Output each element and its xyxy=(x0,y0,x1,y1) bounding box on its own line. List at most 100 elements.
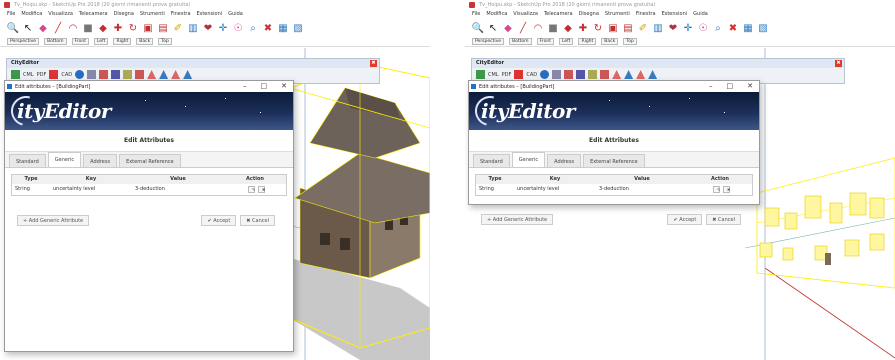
shape-icon[interactable]: ■ xyxy=(547,23,559,35)
roof-icon[interactable] xyxy=(183,70,193,79)
menu-strumenti[interactable]: Strumenti xyxy=(605,11,630,20)
zoom-icon[interactable]: ☉ xyxy=(697,23,709,35)
tab-external-reference[interactable]: External Reference xyxy=(583,154,645,167)
menu-visualizza[interactable]: Visualizza xyxy=(513,11,538,20)
tool-icon[interactable] xyxy=(588,70,598,79)
scale-icon[interactable]: ▣ xyxy=(607,23,619,35)
tool-icon[interactable] xyxy=(111,70,121,79)
scene-bottom[interactable]: Bottom xyxy=(509,38,532,45)
close-icon[interactable]: ✕ xyxy=(747,82,753,90)
menu-strumenti[interactable]: Strumenti xyxy=(140,11,165,20)
accept-button[interactable]: ✔ Accept xyxy=(201,215,237,226)
move-icon[interactable]: ✚ xyxy=(577,23,589,35)
scene-top[interactable]: Top xyxy=(158,38,172,45)
tool-icon[interactable] xyxy=(600,70,610,79)
delete-icon[interactable]: ✖ xyxy=(723,186,730,193)
roof-icon[interactable] xyxy=(636,70,646,79)
cad-label[interactable]: CAD xyxy=(61,72,72,78)
globe-icon[interactable] xyxy=(540,70,550,79)
scene-front[interactable]: Front xyxy=(536,38,554,45)
tab-generic[interactable]: Generic xyxy=(47,152,82,167)
rotate-icon[interactable]: ↻ xyxy=(592,23,604,35)
cell-key[interactable]: uncertainty level xyxy=(514,184,596,195)
edit-icon[interactable]: ✎ xyxy=(713,186,720,193)
select-arrow-icon[interactable]: ↖ xyxy=(22,23,34,35)
minimize-icon[interactable]: – xyxy=(243,82,247,90)
tab-address[interactable]: Address xyxy=(547,154,582,167)
maximize-icon[interactable]: □ xyxy=(727,82,734,90)
scene-right[interactable]: Right xyxy=(578,38,597,45)
menu-visualizza[interactable]: Visualizza xyxy=(48,11,73,20)
tape-measure-icon[interactable]: ✐ xyxy=(637,23,649,35)
offset-icon[interactable]: ▤ xyxy=(622,23,634,35)
orbit-icon[interactable]: ❤ xyxy=(667,23,679,35)
orbit-icon[interactable]: ❤ xyxy=(202,23,214,35)
tab-generic[interactable]: Generic xyxy=(511,152,546,167)
cad-label[interactable]: CAD xyxy=(526,72,537,78)
roof-icon[interactable] xyxy=(612,70,622,79)
tool-icon[interactable] xyxy=(564,70,574,79)
table-row[interactable]: String uncertainty level 3-deduction ✎ ✖ xyxy=(12,184,286,195)
roof-icon[interactable] xyxy=(147,70,157,79)
cell-value[interactable]: 3-deduction xyxy=(596,184,688,195)
zoom-extents-icon[interactable]: ⌕ xyxy=(712,23,724,35)
paint-bucket-icon[interactable]: ▥ xyxy=(187,23,199,35)
add-generic-attribute-button[interactable]: + Add Generic Attribute xyxy=(481,214,554,225)
tab-standard[interactable]: Standard xyxy=(9,154,46,167)
layer-icon[interactable]: ▦ xyxy=(742,23,754,35)
close-icon[interactable]: ✖ xyxy=(262,23,274,35)
menu-file[interactable]: File xyxy=(7,11,15,20)
cell-value[interactable]: 3-deduction xyxy=(132,184,224,195)
search-icon[interactable]: 🔍 xyxy=(472,23,484,35)
scale-icon[interactable]: ▣ xyxy=(142,23,154,35)
layer-icon[interactable]: ▦ xyxy=(277,23,289,35)
export-icon[interactable] xyxy=(49,70,59,79)
eraser-icon[interactable]: ◆ xyxy=(37,23,49,35)
tool-icon[interactable] xyxy=(135,70,145,79)
eraser-icon[interactable]: ◆ xyxy=(502,23,514,35)
cml-label[interactable]: CML xyxy=(23,72,34,78)
scene-bottom[interactable]: Bottom xyxy=(44,38,67,45)
scene-perspective[interactable]: Perspective xyxy=(7,38,40,45)
search-icon[interactable]: 🔍 xyxy=(7,23,19,35)
roof-icon[interactable] xyxy=(624,70,634,79)
scene-left[interactable]: Left xyxy=(558,38,574,45)
arc-icon[interactable]: ◠ xyxy=(532,23,544,35)
scene-back[interactable]: Back xyxy=(136,38,154,45)
tab-address[interactable]: Address xyxy=(83,154,118,167)
menu-disegna[interactable]: Disegna xyxy=(114,11,134,20)
push-pull-icon[interactable]: ◆ xyxy=(562,23,574,35)
move-icon[interactable]: ✚ xyxy=(112,23,124,35)
zoom-extents-icon[interactable]: ⌕ xyxy=(247,23,259,35)
offset-icon[interactable]: ▤ xyxy=(157,23,169,35)
menu-disegna[interactable]: Disegna xyxy=(579,11,599,20)
pencil-icon[interactable]: ╱ xyxy=(517,23,529,35)
shape-icon[interactable]: ■ xyxy=(82,23,94,35)
close-icon[interactable]: ✖ xyxy=(727,23,739,35)
import-icon[interactable] xyxy=(476,70,485,79)
tab-external-reference[interactable]: External Reference xyxy=(119,154,181,167)
tab-standard[interactable]: Standard xyxy=(473,154,510,167)
scene-perspective[interactable]: Perspective xyxy=(472,38,505,45)
paint-bucket-icon[interactable]: ▥ xyxy=(652,23,664,35)
tape-measure-icon[interactable]: ✐ xyxy=(172,23,184,35)
edit-icon[interactable]: ✎ xyxy=(248,186,255,193)
zoom-icon[interactable]: ☉ xyxy=(232,23,244,35)
cell-key[interactable]: uncertainty level xyxy=(50,184,132,195)
table-row[interactable]: String uncertainty level 3-deduction ✎ ✖ xyxy=(476,184,752,195)
select-arrow-icon[interactable]: ↖ xyxy=(487,23,499,35)
cancel-button[interactable]: ✖ Cancel xyxy=(240,215,275,226)
maximize-icon[interactable]: □ xyxy=(261,82,268,90)
menu-estensioni[interactable]: Estensioni xyxy=(197,11,223,20)
delete-icon[interactable]: ✖ xyxy=(258,186,265,193)
scene-right[interactable]: Right xyxy=(113,38,132,45)
menu-estensioni[interactable]: Estensioni xyxy=(662,11,688,20)
roof-icon[interactable] xyxy=(159,70,169,79)
menu-file[interactable]: File xyxy=(472,11,480,20)
tool-icon[interactable] xyxy=(576,70,586,79)
menu-modifica[interactable]: Modifica xyxy=(486,11,507,20)
menu-modifica[interactable]: Modifica xyxy=(21,11,42,20)
tool-icon[interactable] xyxy=(552,70,562,79)
menu-guida[interactable]: Guida xyxy=(693,11,708,20)
pan-icon[interactable]: ✛ xyxy=(682,23,694,35)
